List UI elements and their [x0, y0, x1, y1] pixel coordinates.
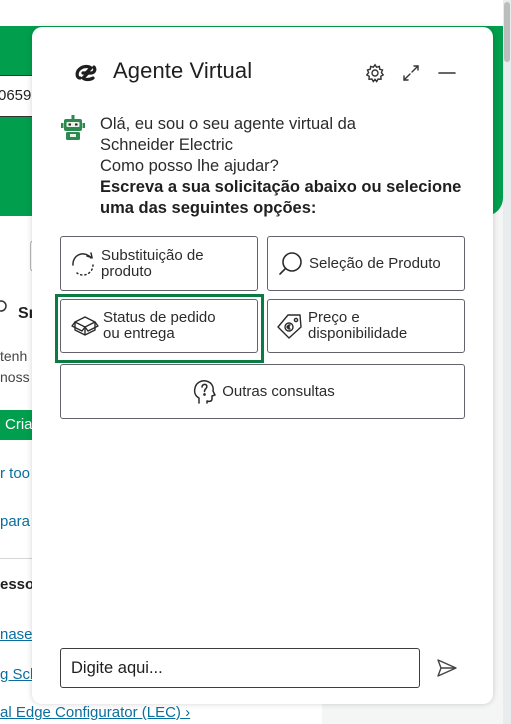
- option-label: Substituição de produto: [101, 246, 204, 280]
- greeting-message: Olá, eu sou o seu agente virtual da Schn…: [100, 114, 470, 219]
- page-icon-fragment: [0, 300, 7, 312]
- ev-logo-icon: [75, 64, 97, 82]
- option-other-queries[interactable]: Outras consultas: [60, 364, 465, 419]
- message-input[interactable]: Digite aqui...: [60, 648, 420, 688]
- refresh-icon: [69, 250, 97, 278]
- package-icon: [71, 312, 99, 340]
- settings-button[interactable]: [363, 61, 387, 85]
- option-label: Seleção de Produto: [309, 254, 441, 272]
- option-label: Status de pedido ou entrega: [103, 309, 216, 342]
- price-tag-icon: [276, 312, 304, 340]
- widget-title: Agente Virtual: [113, 58, 253, 83]
- option-price-availability[interactable]: Preço e disponibilidade: [267, 299, 465, 353]
- greeting-line: Schneider Electric: [100, 136, 233, 154]
- page-scrollbar-thumb[interactable]: [504, 2, 510, 62]
- chat-widget: Agente Virtual Olá, eu sou o seu agente …: [32, 27, 493, 704]
- option-label: Outras consultas: [222, 382, 335, 400]
- page-text-line: noss: [0, 369, 30, 385]
- head-question-icon: [190, 378, 218, 406]
- page-link[interactable]: nase: [0, 626, 33, 643]
- option-order-status[interactable]: Status de pedido ou entrega: [60, 299, 258, 353]
- greeting-line: Olá, eu sou o seu agente virtual da: [100, 115, 356, 133]
- minimize-button[interactable]: [435, 61, 459, 85]
- option-product-replacement[interactable]: Substituição de produto: [60, 236, 258, 291]
- send-icon: [437, 659, 457, 677]
- page-section-fragment: esso: [0, 576, 33, 593]
- expand-icon: [403, 65, 419, 81]
- option-label: Preço e disponibilidade: [308, 309, 408, 342]
- page-bottom-link[interactable]: al Edge Configurator (LEC) ›: [0, 704, 190, 721]
- page-heading-fragment: Sı: [18, 305, 34, 322]
- page-scrollbar[interactable]: [503, 0, 511, 724]
- search-icon: [277, 250, 305, 278]
- page-link[interactable]: r too: [0, 465, 33, 482]
- page-text-line: tenh: [0, 348, 28, 364]
- page-link[interactable]: g Sch: [0, 666, 33, 683]
- minimize-icon: [438, 72, 456, 74]
- expand-button[interactable]: [399, 61, 423, 85]
- gear-icon: [365, 63, 385, 83]
- greeting-line: Como posso lhe ajudar?: [100, 157, 279, 175]
- page-top-strip: [0, 0, 511, 26]
- send-button[interactable]: [434, 655, 460, 681]
- greeting-instructions: Escreva a sua solicitação abaixo ou sele…: [100, 178, 462, 217]
- bot-avatar-icon: [61, 115, 85, 140]
- option-product-selection[interactable]: Seleção de Produto: [267, 236, 465, 291]
- page-link[interactable]: para: [0, 513, 33, 530]
